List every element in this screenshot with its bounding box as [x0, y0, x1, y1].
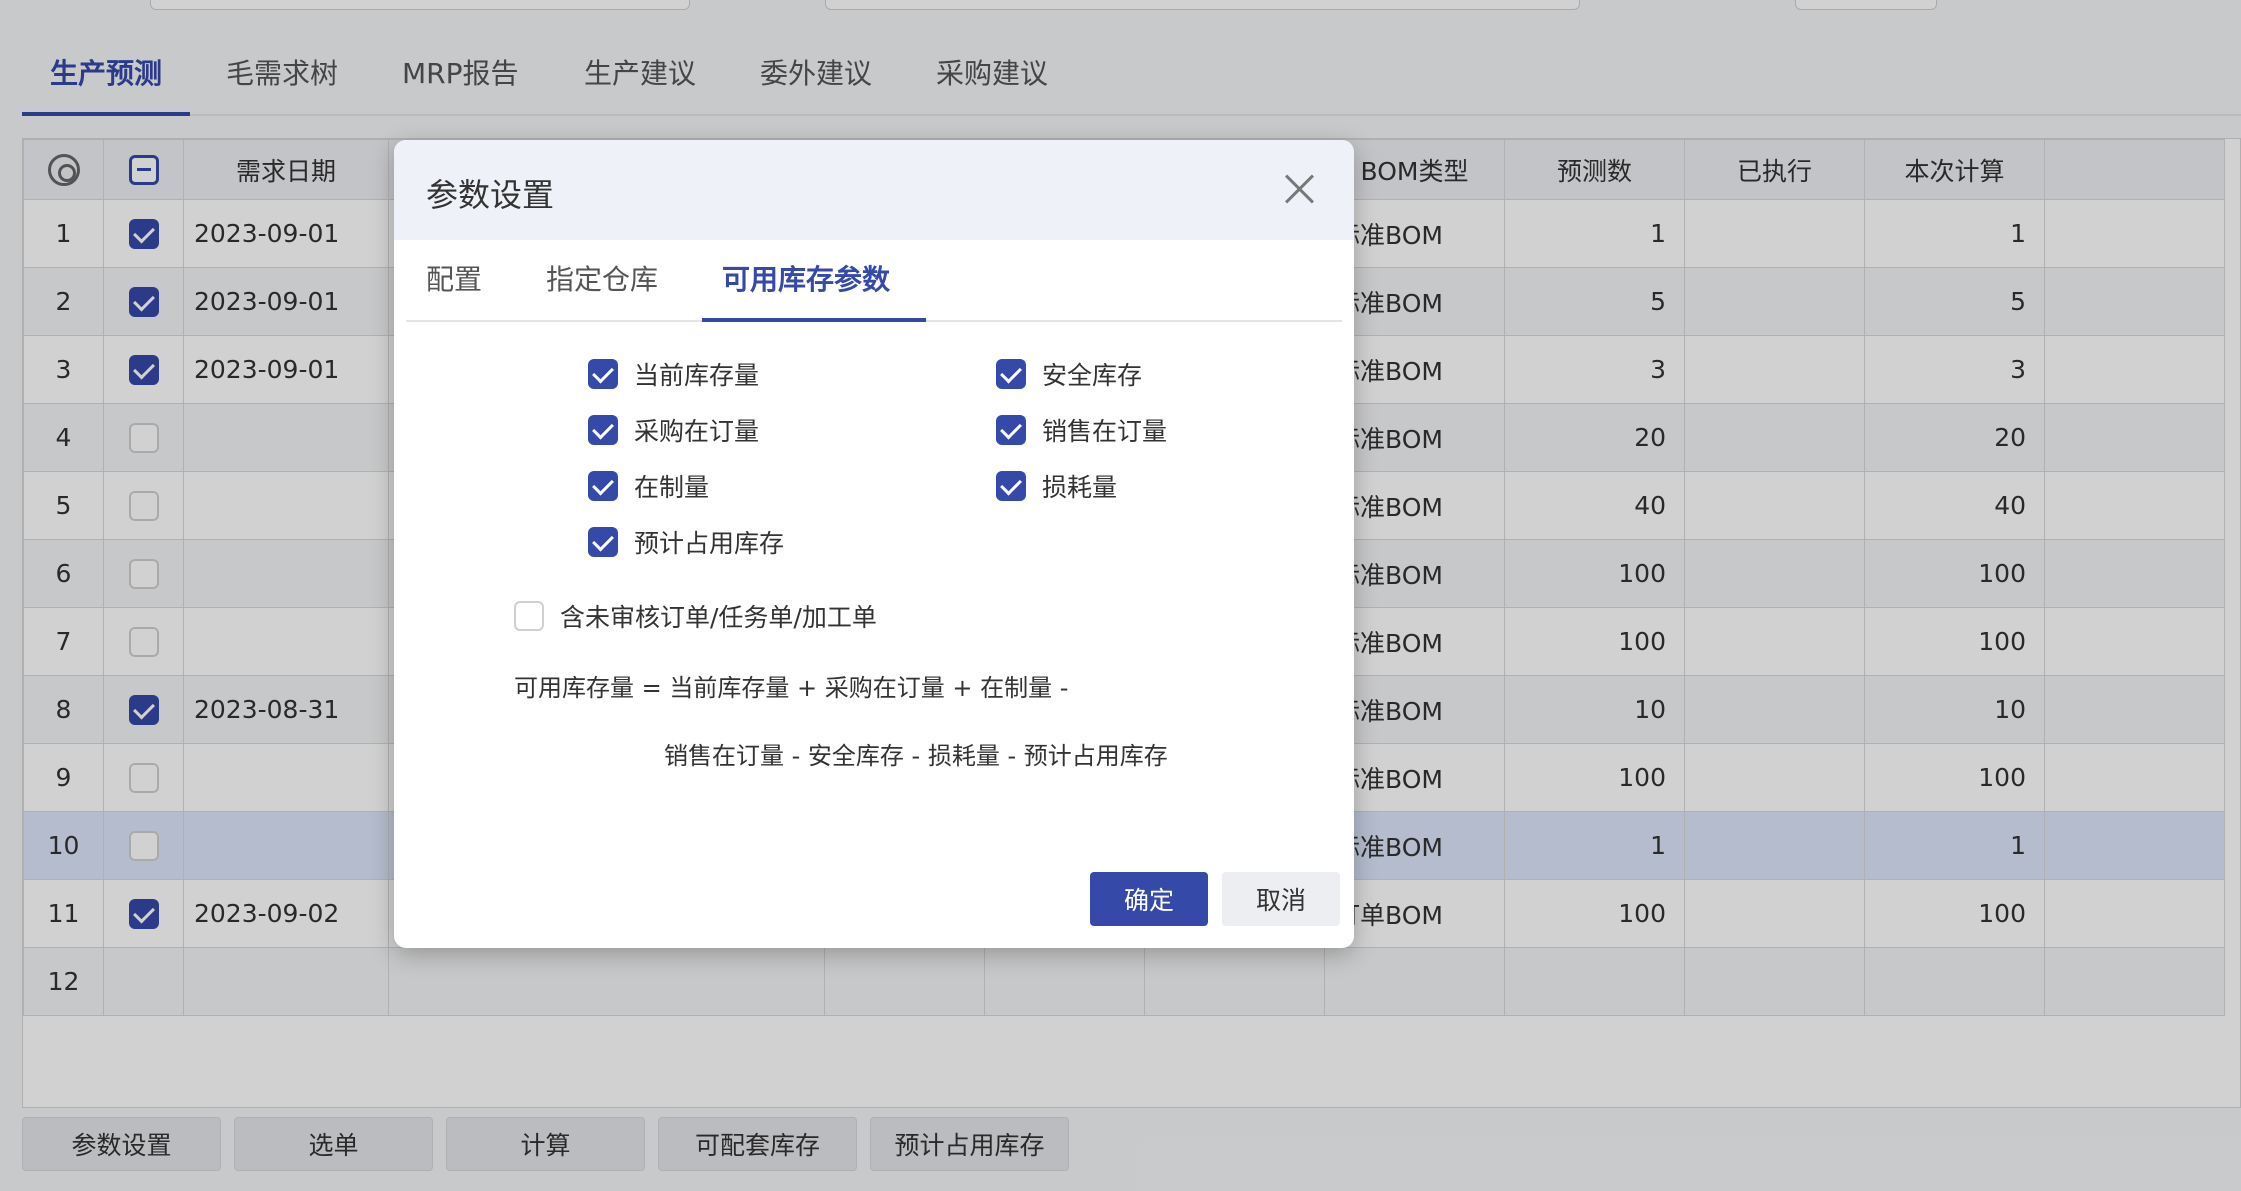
formula-line-2: 销售在订量 - 安全库存 - 损耗量 - 预计占用库存: [664, 742, 1168, 770]
sales-on-order-checkbox[interactable]: [996, 415, 1026, 445]
option-in-production[interactable]: 在制量: [588, 468, 709, 504]
include-unapproved-checkbox[interactable]: [514, 601, 544, 631]
option-label: 采购在订量: [634, 417, 760, 446]
param-settings-dialog: 参数设置 配置 指定仓库 可用库存参数 当前库存量 安全库存 采购在订量 销售在…: [394, 140, 1354, 948]
option-expected-occupied[interactable]: 预计占用库存: [588, 524, 784, 560]
option-sales-on-order[interactable]: 销售在订量: [996, 412, 1167, 448]
option-label: 在制量: [634, 473, 710, 502]
option-loss[interactable]: 损耗量: [996, 468, 1117, 504]
loss-checkbox[interactable]: [996, 471, 1026, 501]
dialog-title: 参数设置: [426, 176, 555, 214]
option-label: 损耗量: [1042, 473, 1118, 502]
tab-specify-warehouse[interactable]: 指定仓库: [546, 258, 658, 298]
safety-stock-checkbox[interactable]: [996, 359, 1026, 389]
confirm-button[interactable]: 确定: [1090, 872, 1208, 926]
option-label: 销售在订量: [1042, 417, 1168, 446]
close-icon[interactable]: [1284, 174, 1314, 204]
formula-line-1: 可用库存量 = 当前库存量 + 采购在订量 + 在制量 -: [514, 674, 1069, 702]
dialog-tabs: 配置 指定仓库 可用库存参数: [406, 240, 1342, 322]
dialog-active-tab-indicator: [702, 318, 926, 322]
option-current-stock[interactable]: 当前库存量: [588, 356, 759, 392]
current-stock-checkbox[interactable]: [588, 359, 618, 389]
dialog-header: 参数设置: [394, 140, 1354, 240]
tab-config[interactable]: 配置: [426, 258, 482, 298]
cancel-button[interactable]: 取消: [1222, 872, 1340, 926]
option-purchase-on-order[interactable]: 采购在订量: [588, 412, 759, 448]
option-include-unapproved[interactable]: 含未审核订单/任务单/加工单: [514, 598, 877, 634]
option-label: 预计占用库存: [634, 529, 785, 558]
in-production-checkbox[interactable]: [588, 471, 618, 501]
option-safety-stock[interactable]: 安全库存: [996, 356, 1142, 392]
purchase-on-order-checkbox[interactable]: [588, 415, 618, 445]
option-label: 当前库存量: [634, 361, 760, 390]
tab-available-stock-params[interactable]: 可用库存参数: [722, 258, 890, 298]
option-label: 安全库存: [1042, 361, 1143, 390]
expected-occupied-checkbox[interactable]: [588, 527, 618, 557]
option-label: 含未审核订单/任务单/加工单: [560, 603, 877, 632]
